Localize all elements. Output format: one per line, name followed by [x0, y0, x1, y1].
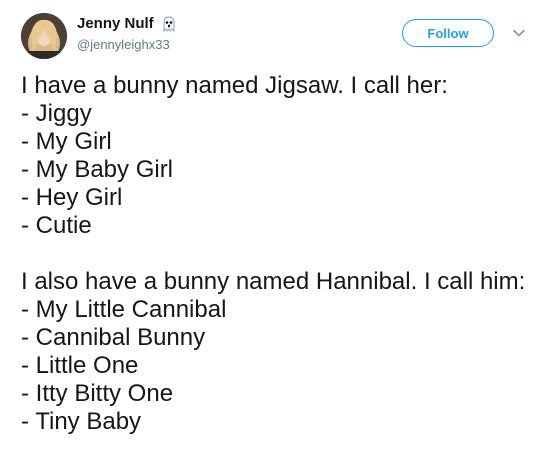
- tweet-line: I have a bunny named Jigsaw. I call her:: [21, 72, 448, 99]
- user-info: Jenny Nulf @jennyleighx33: [77, 14, 178, 54]
- tweet-line: I also have a bunny named Hannibal. I ca…: [21, 268, 526, 295]
- tweet-list-item: - Jiggy: [21, 100, 92, 127]
- avatar[interactable]: [21, 13, 67, 59]
- tweet-list-item: - Tiny Baby: [21, 408, 142, 435]
- tweet-list-item: - Cannibal Bunny: [21, 324, 206, 351]
- tweet-list-item: - My Baby Girl: [21, 156, 174, 183]
- user-handle[interactable]: @jennyleighx33: [77, 36, 178, 54]
- avatar-photo: [21, 13, 67, 59]
- chevron-down-icon[interactable]: [512, 26, 526, 40]
- tweet-list-item: - Itty Bitty One: [21, 380, 174, 407]
- tweet-card: Jenny Nulf @jennyleighx33 Follow I have …: [0, 0, 546, 475]
- display-name[interactable]: Jenny Nulf: [77, 14, 154, 34]
- tweet-list-item: - Hey Girl: [21, 184, 123, 211]
- name-row: Jenny Nulf: [77, 14, 178, 34]
- tweet-list-item: - My Little Cannibal: [21, 296, 227, 323]
- ghost-emoji-icon: [163, 16, 175, 33]
- tweet-list-item: - My Girl: [21, 128, 112, 155]
- tweet-list-item: - Little One: [21, 352, 139, 379]
- follow-button[interactable]: Follow: [402, 19, 494, 47]
- tweet-text: I have a bunny named Jigsaw. I call her:…: [21, 72, 531, 436]
- tweet-list-item: - Cutie: [21, 212, 92, 239]
